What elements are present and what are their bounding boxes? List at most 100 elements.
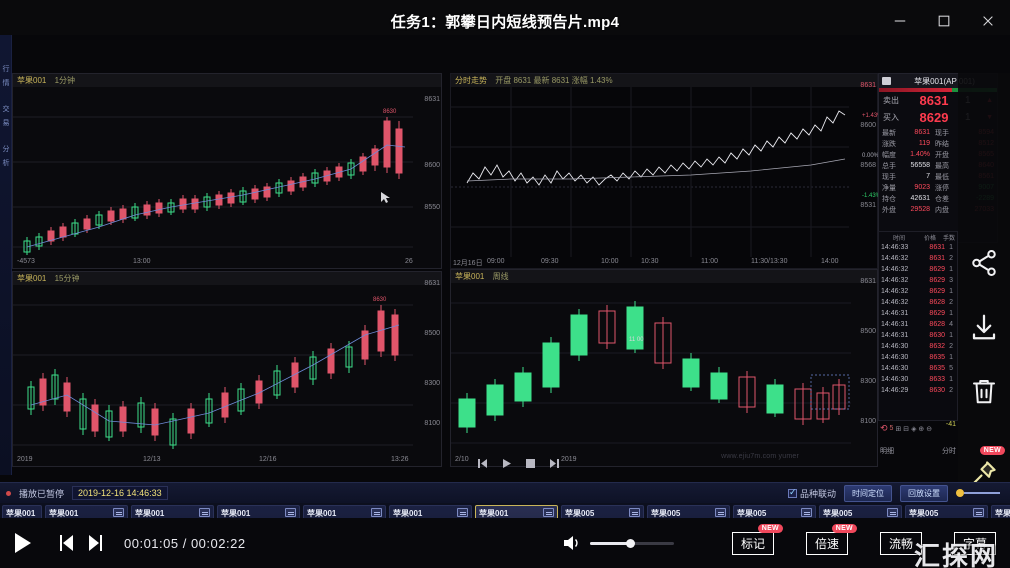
checkbox-icon[interactable] — [787, 487, 797, 498]
rail-glyph-5[interactable]: 析 — [1, 159, 11, 168]
trade-tab-note-icon[interactable] — [457, 508, 468, 517]
tick-footer-left: 5 — [889, 425, 894, 432]
tick-time: 14:46:30 — [881, 365, 909, 372]
trade-tab-note-icon[interactable] — [543, 508, 554, 517]
chart-pane-15min[interactable]: 苹果001 15分钟 8630 8631 8500 8300 8100 2019… — [12, 271, 442, 467]
tab-detail[interactable]: 明细 — [880, 446, 894, 456]
trade-tab-note-icon[interactable] — [715, 508, 726, 517]
trade-tab-note-icon[interactable] — [285, 508, 296, 517]
tick-qty: 2 — [949, 387, 953, 394]
hamburger-icon[interactable] — [882, 77, 891, 85]
time-tick: 12月16日 — [453, 260, 483, 267]
tick-row: 14:46:31 8630 1 — [881, 330, 955, 341]
rail-glyph-4[interactable]: 分 — [1, 145, 11, 154]
intraday-line-svg — [451, 87, 849, 257]
tick-footer-tabs[interactable]: 明细 分时 — [880, 446, 956, 456]
play-icon[interactable] — [14, 533, 32, 553]
chart-pane-intraday[interactable]: 分时走势 开盘 8631 最新 8631 涨幅 1.43% 8631 8600 … — [450, 73, 878, 269]
chart-period: 周线 — [492, 272, 509, 281]
tick-qty: 5 — [949, 365, 953, 372]
tick-qty: 1 — [949, 354, 953, 361]
speed-slider[interactable] — [956, 488, 1004, 498]
trade-tab[interactable]: 苹果001 买开 8615 8手 2019/12/16 14:40:05 — [217, 505, 300, 518]
chart-play-icon[interactable] — [502, 459, 512, 468]
trade-tab-note-icon[interactable] — [629, 508, 640, 517]
share-icon[interactable] — [969, 248, 999, 278]
time-tick: 12/13 — [143, 456, 161, 463]
trade-tab-selected[interactable]: 苹果001 卖平 8631 19手 2019/12/16 14:46:33 — [475, 505, 558, 518]
time-tick: 09:30 — [541, 258, 559, 265]
trade-tab[interactable]: 苹果001 卖平 8596 2手 2019/12/16 14:29:32 — [131, 505, 214, 518]
tick-time: 14:46:31 — [881, 332, 909, 339]
trade-tab[interactable]: 苹果005 买开 7500 10手 2019/12/30 09:41:32 — [905, 505, 988, 518]
chart-prev-icon[interactable] — [478, 459, 488, 468]
chart-pane-weekly[interactable]: 苹果001 周线 11 00 8631 8500 8300 8100 2/10 … — [450, 269, 878, 467]
download-icon[interactable] — [969, 312, 999, 342]
rail-glyph-2[interactable]: 交 — [1, 105, 11, 114]
chart-watermark-url: www.ejiu7m.com yumer — [721, 453, 799, 460]
volume-slider-knob[interactable] — [625, 538, 635, 548]
trade-tab[interactable]: 苹果005 买平 2019/12/30 — [991, 505, 1010, 518]
speed-slider-knob[interactable] — [956, 489, 964, 497]
trade-tab[interactable]: 苹果005 买平 8020 14手 2019/12/24 09:00:05 — [819, 505, 902, 518]
rail-glyph-3[interactable]: 易 — [1, 119, 11, 128]
app-left-rail: 行 情 交 易 分 析 — [0, 35, 12, 475]
trade-tab-note-icon[interactable] — [371, 508, 382, 517]
trade-tab-symbol: 苹果005 — [995, 509, 1010, 518]
volume-icon[interactable] — [562, 534, 582, 552]
trade-tab[interactable]: 苹果001 卖平 8500 1手 14:15:08 — [2, 505, 42, 518]
tick-time: 14:46:33 — [881, 244, 909, 251]
trade-tab[interactable]: 苹果001 买开 8615 8手 2019/12/16 14:44:37 — [303, 505, 386, 518]
trade-tab[interactable]: 苹果001 买开 8615 8手 2019/12/16 14:44:49 — [389, 505, 472, 518]
video-canvas[interactable]: 行 情 交 易 分 析 苹果001 1分钟 8630 8631 8600 855… — [0, 35, 1010, 518]
next-frame-icon[interactable] — [88, 535, 104, 551]
trade-tab-note-icon[interactable] — [801, 508, 812, 517]
tick-row: 14:46:32 8629 1 — [881, 264, 955, 275]
rail-glyph-1[interactable]: 情 — [1, 79, 11, 88]
tick-qty: 3 — [949, 277, 953, 284]
trade-tab-note-icon[interactable] — [887, 508, 898, 517]
tick-time: 14:46:32 — [881, 266, 909, 273]
trade-tab-note-icon[interactable] — [199, 508, 210, 517]
tick-list[interactable]: 时间 价格 手数 14:46:33 8631 1 14:46:32 8631 2 14:… — [878, 231, 958, 421]
trade-tab[interactable]: 苹果005 买开 8050 14手 2019/12/24 09:00:03 — [733, 505, 816, 518]
volume-slider[interactable] — [589, 538, 674, 548]
trade-tab[interactable]: 苹果001 买开 8596 1手 2019/12/16 14:18:42 — [45, 505, 128, 518]
price-tick: 8631 — [860, 278, 876, 285]
chart-next-icon[interactable] — [549, 459, 559, 468]
mark-button[interactable]: NEW 标记 — [731, 523, 783, 555]
symbol-link-checkbox[interactable]: 品种联动 — [787, 487, 836, 500]
replay-settings-button[interactable]: 回放设置 — [900, 484, 948, 502]
stat-key2: 最低 — [935, 173, 949, 181]
stat-value: 7 — [926, 173, 930, 180]
trade-tab-note-icon[interactable] — [973, 508, 984, 517]
circle-arrow-icon[interactable]: ⟲ — [880, 423, 888, 434]
chart-pane-1min[interactable]: 苹果001 1分钟 8630 8631 8600 8550 -4573 13:0… — [12, 73, 442, 269]
trash-icon[interactable] — [969, 376, 999, 406]
speed-button-label: 倍速 — [814, 536, 839, 551]
speed-button[interactable]: NEW 倍速 — [805, 523, 857, 555]
playback-timestamp: 2019-12-16 14:46:33 — [72, 486, 168, 500]
time-tick: 13:00 — [133, 258, 151, 265]
chart-stop-icon[interactable] — [526, 459, 535, 468]
tick-price: 8630 — [929, 387, 945, 394]
tick-price: 8635 — [929, 354, 945, 361]
tick-footer-toolbar[interactable]: ⟲ 5 ⊞ ⊟ ◈ ⊕ ⊖ -41 — [880, 421, 956, 434]
tab-timeline[interactable]: 分时 — [942, 446, 956, 456]
trade-tab-strip[interactable]: 苹果001 卖平 8500 1手 14:15:08 苹果001 买开 8596 … — [0, 503, 1010, 518]
trade-tab-note-icon[interactable] — [113, 508, 124, 517]
stat-key: 幅度 — [882, 151, 896, 159]
time-display: 00:01:05 / 00:02:22 — [124, 535, 246, 551]
volume-control[interactable] — [562, 534, 674, 552]
trade-tab[interactable]: 苹果005 买平 8062 12手 2019/12/20 09:19:32 — [647, 505, 730, 518]
prev-frame-icon[interactable] — [58, 535, 74, 551]
app-root: 任务1：郭攀日内短线预告片.mp4 行 情 交 易 分 析 苹果001 1分钟 … — [0, 0, 1010, 568]
trade-tab[interactable]: 苹果005 买开 8076 12手 2019/12/20 09:19:21 — [561, 505, 644, 518]
rail-glyph-0[interactable]: 行 — [1, 65, 11, 74]
chart-body-intraday — [451, 87, 877, 268]
time-locate-button[interactable]: 时间定位 — [844, 484, 892, 502]
time-tick: 13:26 — [391, 456, 409, 463]
chart-playback-controls[interactable] — [478, 459, 559, 468]
tick-qty: 2 — [949, 299, 953, 306]
tick-time: 14:46:30 — [881, 376, 909, 383]
